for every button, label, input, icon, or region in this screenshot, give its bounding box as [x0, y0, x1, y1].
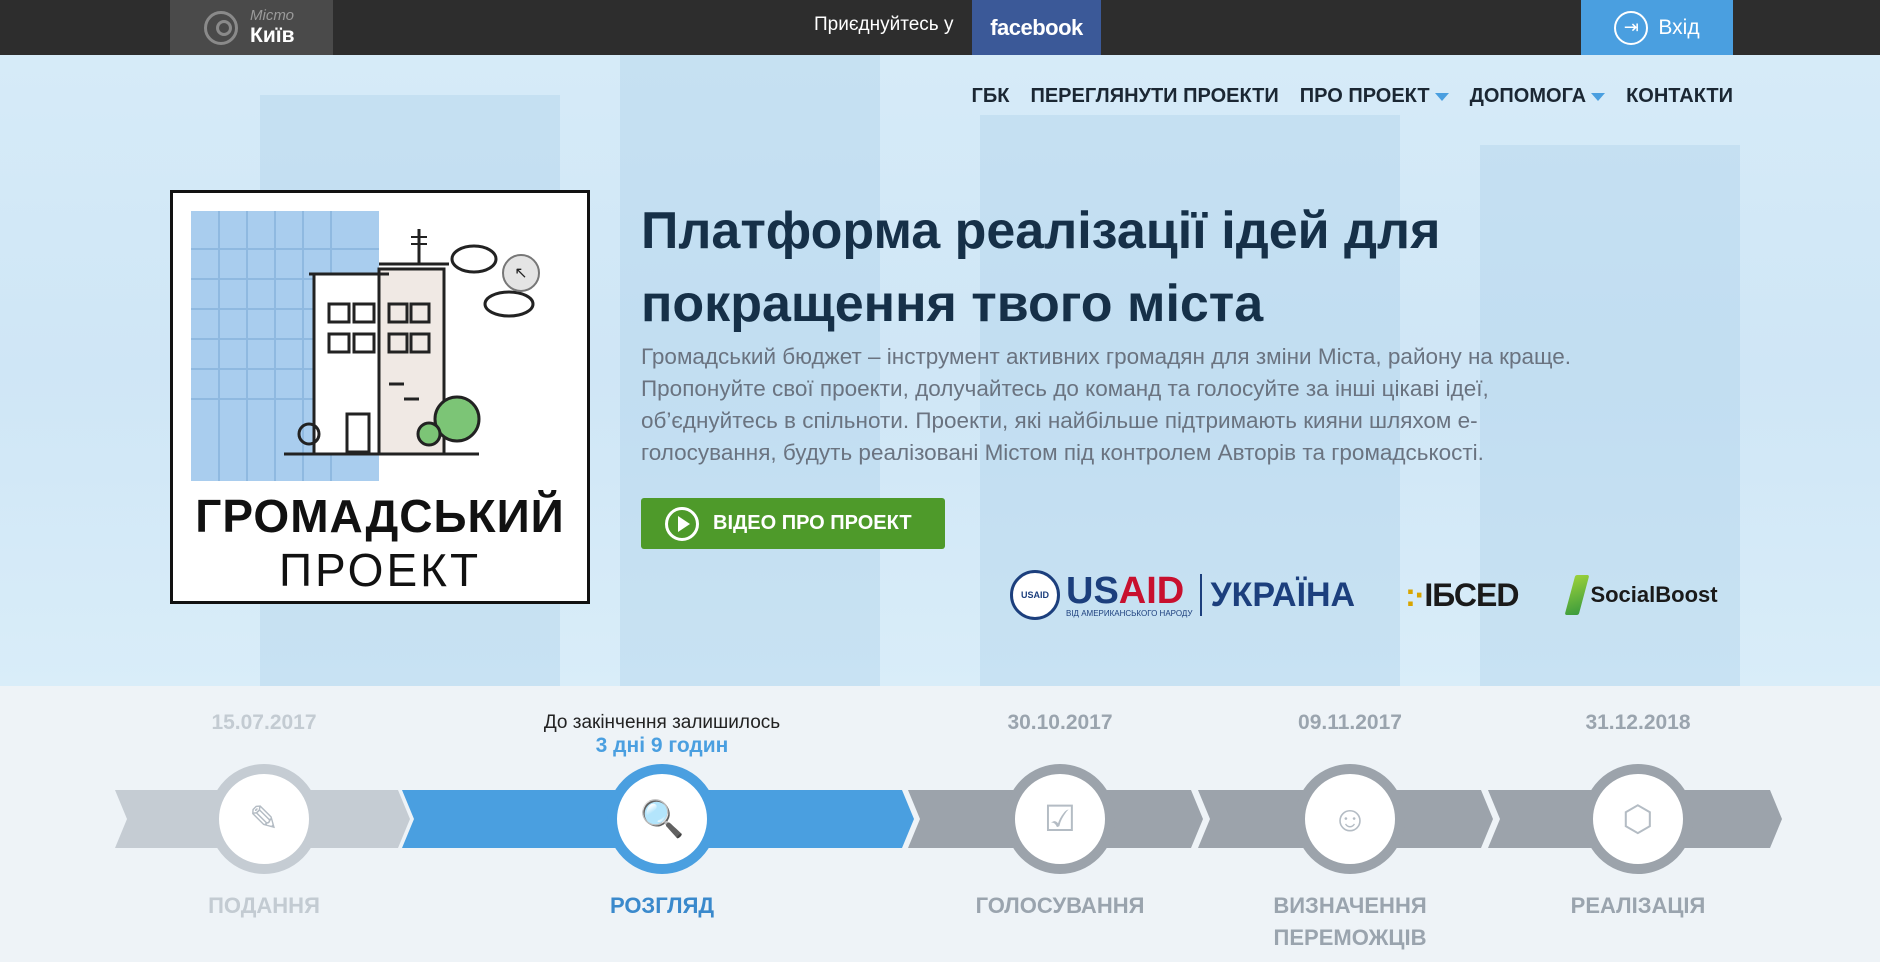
ibsed-logo[interactable]: :·ІБСЕD [1405, 577, 1519, 614]
cursor-icon: ↖ [502, 254, 540, 292]
partner-logos: USAID USAID ВІД АМЕРИКАНСЬКОГО НАРОДУ УК… [1010, 570, 1718, 620]
facebook-button[interactable]: facebook [972, 0, 1101, 55]
stage-date: 15.07.2017 [211, 711, 317, 734]
socialboost-logo[interactable]: SocialBoost [1565, 575, 1718, 615]
main-nav: ГБК ПЕРЕГЛЯНУТИ ПРОЕКТИ ПРО ПРОЕКТ ДОПОМ… [972, 85, 1733, 108]
stage-date: 30.10.2017 [1007, 711, 1113, 734]
location-pin-icon [204, 10, 238, 45]
building-illustration-icon [191, 211, 535, 481]
usaid-logo[interactable]: USAID ВІД АМЕРИКАНСЬКОГО НАРОДУ [1066, 572, 1192, 618]
nav-item-help[interactable]: ДОПОМОГА [1470, 85, 1606, 108]
hands-cube-icon: ⬡ [1622, 798, 1654, 839]
nav-item-gbk[interactable]: ГБК [972, 85, 1010, 108]
stage-date: 31.12.2018 [1585, 711, 1691, 734]
project-logo: ГРОМАДСЬКИЙ ПРОЕКТ [170, 190, 590, 604]
ballot-icon: ☑ [1043, 798, 1077, 839]
hero-title: Платформа реалізації ідей для покращення… [641, 202, 1441, 333]
city-name: Київ [250, 24, 295, 48]
nav-item-about[interactable]: ПРО ПРОЕКТ [1300, 85, 1449, 108]
login-button[interactable]: ⇥ Вхід [1581, 0, 1733, 55]
logo-line2: ПРОЕКТ [278, 544, 482, 596]
stage-label: ВИЗНАЧЕННЯ ПЕРЕМОЖЦІВ [1273, 893, 1427, 950]
logo-divider [1200, 574, 1203, 616]
top-bar: Місто Київ Приєднуйтесь у facebook ⇥ Вхі… [0, 0, 1880, 55]
join-text: Приєднуйтесь у [814, 14, 954, 35]
process-timeline: 15.07.2017 До закінчення залишилось 3 дн… [0, 686, 1880, 962]
chevron-down-icon [1434, 92, 1449, 101]
remaining-time: До закінчення залишилось 3 дні 9 годин [543, 712, 781, 757]
nav-item-contacts[interactable]: КОНТАКТИ [1626, 85, 1733, 108]
hero-section: ГБК ПЕРЕГЛЯНУТИ ПРОЕКТИ ПРО ПРОЕКТ ДОПОМ… [0, 55, 1880, 686]
hero-description: Громадський бюджет – інструмент активних… [641, 344, 1572, 465]
nav-item-projects[interactable]: ПЕРЕГЛЯНУТИ ПРОЕКТИ [1030, 85, 1278, 108]
stage-node-implementation[interactable]: ⬡ [1583, 764, 1693, 874]
login-icon: ⇥ [1614, 10, 1649, 45]
document-pen-icon: ✎ [248, 798, 280, 839]
socialboost-leaf-icon [1565, 575, 1590, 615]
login-label: Вхід [1658, 15, 1700, 39]
logo-line1: ГРОМАДСЬКИЙ [195, 490, 565, 542]
stage-node-voting[interactable]: ☑ [1005, 764, 1115, 874]
stage-label: РЕАЛІЗАЦІЯ [1570, 893, 1706, 918]
city-selector[interactable]: Місто Київ [170, 0, 333, 55]
usaid-country-label: УКРАЇНА [1210, 575, 1356, 614]
stage-label: РОЗГЛЯД [609, 893, 715, 918]
person-icon: ☺ [1331, 798, 1369, 839]
stage-label: ГОЛОСУВАННЯ [975, 893, 1145, 918]
video-button[interactable]: ВІДЕО ПРО ПРОЕКТ [641, 498, 945, 549]
play-icon [665, 506, 699, 541]
stage-node-review[interactable]: 🔍 [607, 764, 717, 874]
stage-node-winners[interactable]: ☺ [1295, 764, 1405, 874]
video-button-label: ВІДЕО ПРО ПРОЕКТ [713, 512, 912, 534]
usaid-seal-logo: USAID [1010, 570, 1060, 620]
city-label: Місто [250, 6, 294, 24]
stage-date: 09.11.2017 [1298, 711, 1402, 734]
stage-label: ПОДАННЯ [208, 893, 320, 918]
chevron-down-icon [1591, 92, 1606, 101]
magnifier-checklist-icon: 🔍 [639, 798, 685, 839]
stage-node-submission[interactable]: ✎ [209, 764, 319, 874]
